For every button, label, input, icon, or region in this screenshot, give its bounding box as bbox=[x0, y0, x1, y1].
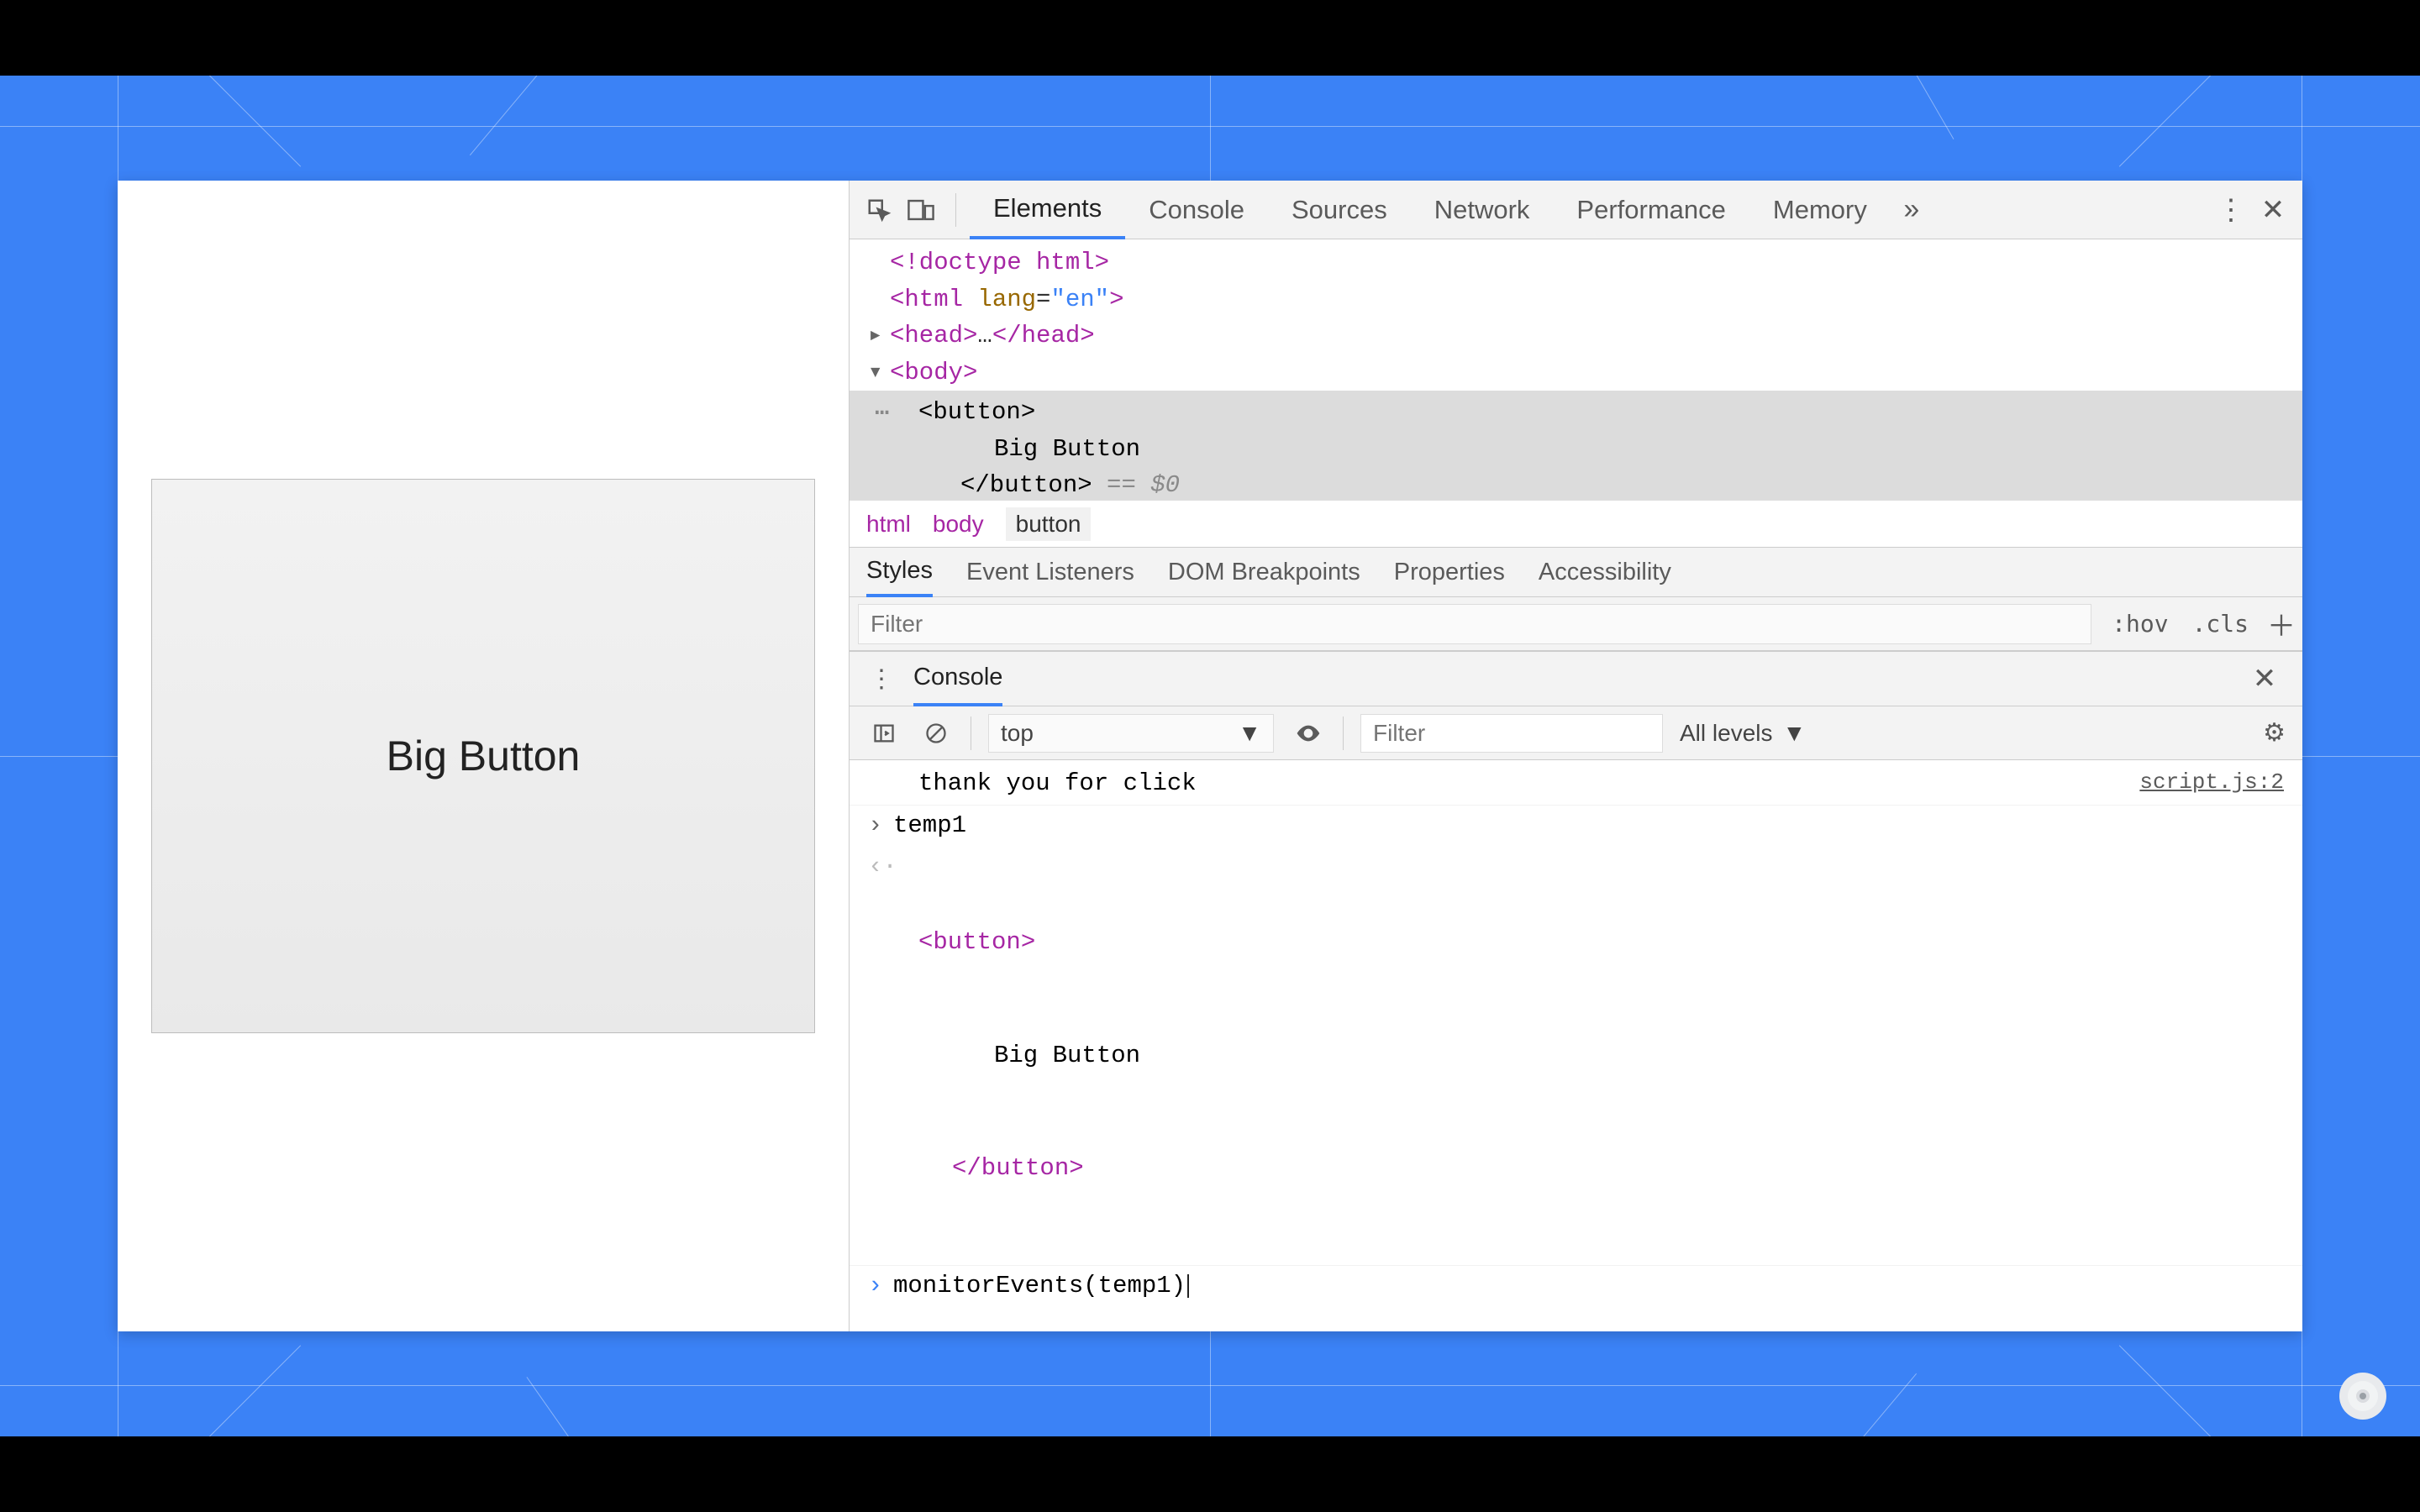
tab-elements[interactable]: Elements bbox=[970, 181, 1125, 239]
tab-memory[interactable]: Memory bbox=[1749, 181, 1891, 239]
big-button-label: Big Button bbox=[387, 732, 581, 780]
tab-label: Sources bbox=[1292, 195, 1387, 225]
chevron-down-icon: ▼ bbox=[1238, 720, 1261, 747]
tab-network[interactable]: Network bbox=[1411, 181, 1554, 239]
tab-label: Network bbox=[1434, 195, 1530, 225]
dom-line-doctype[interactable]: <!doctype html> bbox=[850, 244, 2302, 281]
dom-breadcrumb: html body button bbox=[850, 500, 2302, 547]
subtab-styles[interactable]: Styles bbox=[866, 547, 933, 597]
ellipsis-icon[interactable]: ⋯ bbox=[868, 394, 918, 431]
close-drawer-icon[interactable]: ✕ bbox=[2244, 658, 2286, 700]
close-devtools-icon[interactable]: ✕ bbox=[2252, 189, 2294, 231]
sidepanel-tabs: Styles Event Listeners DOM Breakpoints P… bbox=[850, 547, 2302, 597]
text-cursor bbox=[1187, 1274, 1189, 1298]
new-style-rule-icon[interactable]: ＋ bbox=[2260, 603, 2302, 644]
subtab-event-listeners[interactable]: Event Listeners bbox=[966, 547, 1134, 597]
devtools-panel: Elements Console Sources Network Perform… bbox=[849, 181, 2302, 1331]
console-sidebar-toggle-icon[interactable] bbox=[866, 716, 902, 751]
dom-line-head[interactable]: ▸<head>…</head> bbox=[850, 318, 2302, 354]
console-input-row[interactable]: › temp1 bbox=[850, 806, 2302, 847]
tab-label: Memory bbox=[1773, 195, 1867, 225]
device-toggle-icon[interactable] bbox=[900, 189, 942, 231]
hov-toggle[interactable]: :hov bbox=[2100, 610, 2180, 638]
console-output[interactable]: thank you for click script.js:2 › temp1 … bbox=[850, 760, 2302, 1331]
devtools-tab-strip: Elements Console Sources Network Perform… bbox=[850, 181, 2302, 239]
more-vert-icon[interactable]: ⋮ bbox=[2210, 189, 2252, 231]
chrome-logo-icon bbox=[2339, 1373, 2386, 1420]
tab-label: Console bbox=[1149, 195, 1244, 225]
tab-sources[interactable]: Sources bbox=[1268, 181, 1411, 239]
live-expression-eye-icon[interactable] bbox=[1291, 716, 1326, 751]
clear-console-icon[interactable] bbox=[918, 716, 954, 751]
tab-label: Performance bbox=[1576, 195, 1725, 225]
breadcrumb-html[interactable]: html bbox=[866, 511, 911, 538]
console-settings-gear-icon[interactable]: ⚙ bbox=[2263, 718, 2286, 748]
letterbox-top bbox=[0, 0, 2420, 76]
styles-filter-input[interactable] bbox=[858, 604, 2091, 644]
console-context-select[interactable]: top ▼ bbox=[988, 714, 1274, 753]
separator bbox=[955, 193, 956, 227]
console-current-input-row[interactable]: › monitorEvents(temp1) bbox=[850, 1266, 2302, 1307]
drawer-more-vert-icon[interactable]: ⋮ bbox=[866, 664, 897, 694]
console-toolbar: top ▼ All levels ▼ ⚙ bbox=[850, 706, 2302, 760]
separator bbox=[1343, 717, 1344, 750]
dom-line-html[interactable]: <html lang="en"> bbox=[850, 281, 2302, 318]
tabs-overflow-icon[interactable]: » bbox=[1891, 189, 1933, 231]
inspect-element-icon[interactable] bbox=[858, 189, 900, 231]
dom-tree[interactable]: <!doctype html> <html lang="en"> ▸<head>… bbox=[850, 239, 2302, 500]
console-drawer-header: ⋮ Console ✕ bbox=[850, 651, 2302, 706]
cls-toggle[interactable]: .cls bbox=[2181, 610, 2260, 638]
console-levels-select[interactable]: All levels ▼ bbox=[1680, 720, 1806, 747]
blueprint-background: Big Button Elements Console Sources Netw… bbox=[0, 76, 2420, 1436]
dom-line-body[interactable]: ▾<body> bbox=[850, 354, 2302, 391]
tab-label: Elements bbox=[993, 193, 1102, 223]
subtab-accessibility[interactable]: Accessibility bbox=[1539, 547, 1671, 597]
console-drawer-tab[interactable]: Console bbox=[913, 651, 1002, 706]
subtab-dom-breakpoints[interactable]: DOM Breakpoints bbox=[1168, 547, 1360, 597]
styles-filter-bar: :hov .cls ＋ bbox=[850, 597, 2302, 651]
tab-console[interactable]: Console bbox=[1125, 181, 1268, 239]
console-log-row[interactable]: thank you for click script.js:2 bbox=[850, 764, 2302, 806]
subtab-properties[interactable]: Properties bbox=[1394, 547, 1505, 597]
big-button[interactable]: Big Button bbox=[151, 479, 815, 1033]
breadcrumb-button[interactable]: button bbox=[1006, 507, 1092, 541]
console-filter-input[interactable] bbox=[1360, 714, 1663, 753]
main-window: Big Button Elements Console Sources Netw… bbox=[118, 181, 2302, 1331]
tab-performance[interactable]: Performance bbox=[1553, 181, 1749, 239]
chevron-down-icon: ▼ bbox=[1782, 720, 1806, 747]
letterbox-bottom bbox=[0, 1436, 2420, 1512]
console-output-row[interactable]: ‹· <button> Big Button </button> bbox=[850, 847, 2302, 1266]
console-source-link[interactable]: script.js:2 bbox=[2139, 765, 2284, 799]
dom-line-button-selected[interactable]: ⋯ <button> Big Button </button> == $0 bbox=[850, 391, 2302, 500]
breadcrumb-body[interactable]: body bbox=[933, 511, 984, 538]
rendered-page: Big Button bbox=[118, 181, 849, 1331]
